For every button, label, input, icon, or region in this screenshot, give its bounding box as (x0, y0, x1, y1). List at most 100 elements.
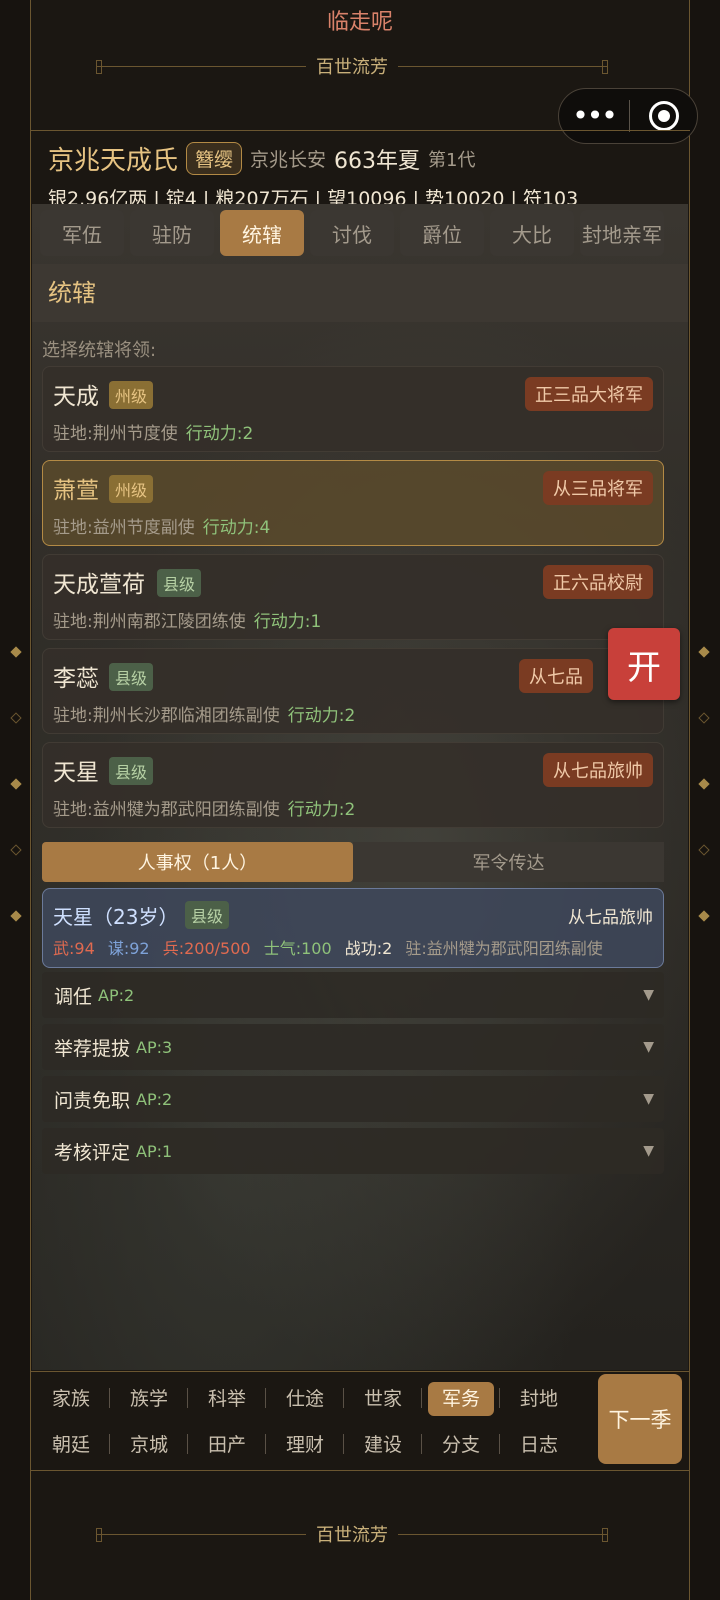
nav-label: 朝廷 (51, 1433, 90, 1456)
nav-label: 理财 (285, 1433, 324, 1456)
ornament-diamond (698, 712, 710, 724)
general-card[interactable]: 天成 州级 正三品大将军 驻地:荆州节度使 行动力:2 (42, 366, 664, 452)
general-name: 天星 (53, 760, 99, 786)
rank-badge: 正三品大将军 (525, 377, 653, 411)
action-ap: AP:1 (136, 1141, 173, 1161)
triangle-down-icon: ▼ (643, 1039, 654, 1055)
action-ap: AP:3 (136, 1037, 173, 1057)
nav-jianshe[interactable]: 建设 (344, 1430, 422, 1457)
triangle-down-icon: ▼ (643, 1091, 654, 1107)
stat-morale: 士气:100 (263, 939, 332, 958)
action-points: 行动力:4 (202, 518, 271, 538)
nav-zuxue[interactable]: 族学 (110, 1384, 188, 1411)
general-card[interactable]: 天星 县级 从七品旅帅 驻地:益州犍为郡武阳团练副使 行动力:2 (42, 742, 664, 828)
post-text: 驻地:益州犍为郡武阳团练副使 (53, 800, 280, 820)
person-name: 天星（23岁） (53, 905, 179, 929)
nav-keju[interactable]: 科举 (188, 1384, 266, 1411)
post-text: 驻地:荆州长沙郡临湘团练副使 (53, 706, 280, 726)
nav-label: 仕途 (285, 1387, 324, 1410)
miniprogram-capsule: ••• (558, 88, 698, 144)
action-name: 考核评定 (54, 1141, 131, 1164)
tab-tongxia[interactable]: 统辖 (220, 210, 304, 256)
banner-line-right (398, 59, 608, 74)
general-post: 驻地:益州犍为郡武阳团练副使 行动力:2 (53, 795, 355, 820)
rank-badge: 从三品将军 (543, 471, 653, 505)
nav-junwu[interactable]: 军务 (422, 1381, 500, 1416)
person-rank: 从七品旅帅 (568, 908, 653, 928)
tab-juewei[interactable]: 爵位 (400, 210, 484, 256)
general-post: 驻地:荆州南郡江陵团练使 行动力:1 (53, 607, 321, 632)
nav-rizhi[interactable]: 日志 (500, 1430, 578, 1457)
nav-row-1: 家族 族学 科举 仕途 世家 军务 封地 (32, 1374, 582, 1420)
tab-fengdi-qinjun[interactable]: 封地亲军 (580, 210, 664, 256)
section-title: 统辖 (32, 264, 688, 322)
nav-jingcheng[interactable]: 京城 (110, 1430, 188, 1457)
stat-station: 驻:益州犍为郡武阳团练副使 (405, 939, 603, 958)
nav-shijia[interactable]: 世家 (344, 1384, 422, 1411)
rank-badge: 正六品校尉 (543, 565, 653, 599)
nav-shitu[interactable]: 仕途 (266, 1384, 344, 1411)
nav-chaoting[interactable]: 朝廷 (32, 1430, 110, 1457)
bottom-nav: 家族 族学 科举 仕途 世家 军务 封地 朝廷 京城 田产 理财 建设 分支 日… (32, 1374, 582, 1466)
more-menu-button[interactable]: ••• (559, 88, 629, 144)
nav-label: 世家 (363, 1387, 402, 1410)
action-ap: AP:2 (98, 985, 135, 1005)
tab-junwu[interactable]: 军伍 (40, 210, 124, 256)
post-text: 驻地:益州节度副使 (53, 518, 195, 538)
nav-label: 军务 (427, 1381, 494, 1416)
action-evaluate[interactable]: 考核评定 AP:1 ▼ (42, 1128, 664, 1174)
nav-label: 科举 (207, 1387, 246, 1410)
action-dismiss[interactable]: 问责免职 AP:2 ▼ (42, 1076, 664, 1122)
general-card-selected[interactable]: 萧萱 州级 从三品将军 驻地:益州节度副使 行动力:4 (42, 460, 664, 546)
banner-text: 百世流芳 (316, 57, 388, 78)
tab-zhufang[interactable]: 驻防 (130, 210, 214, 256)
ornament-diamond (10, 712, 22, 724)
top-banner: 百世流芳 (96, 54, 608, 78)
banner-line-left (96, 1527, 306, 1542)
action-transfer[interactable]: 调任 AP:2 ▼ (42, 972, 664, 1018)
nav-fengdi[interactable]: 封地 (500, 1384, 578, 1411)
tab-dabi[interactable]: 大比 (490, 210, 574, 256)
stat-martial: 武:94 (53, 939, 95, 958)
select-general-label: 选择统辖将领: (42, 340, 157, 361)
nav-jiazu[interactable]: 家族 (32, 1384, 110, 1411)
clan-generation: 第1代 (428, 149, 476, 171)
rank-badge: 从七品 (519, 659, 593, 693)
level-badge: 州级 (109, 381, 154, 409)
nav-label: 封地 (519, 1387, 558, 1410)
general-card[interactable]: 天成萱荷 县级 正六品校尉 驻地:荆州南郡江陵团练使 行动力:1 (42, 554, 664, 640)
bottom-banner: 百世流芳 (96, 1522, 608, 1546)
clan-year: 663年夏 (334, 148, 421, 174)
general-post: 驻地:益州节度副使 行动力:4 (53, 513, 270, 538)
clan-place: 京兆长安 (250, 149, 327, 171)
nav-fenzhi[interactable]: 分支 (422, 1430, 500, 1457)
action-promote[interactable]: 举荐提拔 AP:3 ▼ (42, 1024, 664, 1070)
nav-label: 家族 (51, 1387, 90, 1410)
selected-person-card[interactable]: 天星（23岁） 县级 从七品旅帅 武:94 谋:92 兵:200/500 士气:… (42, 888, 664, 968)
next-season-button[interactable]: 下一季 (598, 1374, 682, 1464)
nav-licai[interactable]: 理财 (266, 1430, 344, 1457)
stat-troops: 兵:200/500 (162, 939, 251, 958)
ornament-diamond (10, 778, 22, 790)
stat-merit: 战功:2 (344, 939, 393, 958)
nav-label: 京城 (129, 1433, 168, 1456)
military-tabs: 军伍 驻防 统辖 讨伐 爵位 大比 封地亲军 (40, 210, 664, 256)
level-badge: 县级 (157, 569, 202, 597)
general-name: 天成 (53, 384, 99, 410)
general-card[interactable]: 李蕊 县级 从七品 驻地:荆州长沙郡临湘团练副使 行动力:2 (42, 648, 664, 734)
triangle-down-icon: ▼ (643, 987, 654, 1003)
nav-tianchan[interactable]: 田产 (188, 1430, 266, 1457)
nav-divider-top (30, 1371, 690, 1372)
open-float-button[interactable]: 开 (608, 628, 680, 700)
close-miniprogram-button[interactable] (630, 101, 697, 131)
action-points: 行动力:2 (185, 424, 254, 444)
general-name: 李蕊 (53, 666, 99, 692)
tab-orders[interactable]: 军令传达 (353, 842, 664, 882)
tab-taofa[interactable]: 讨伐 (310, 210, 394, 256)
ornament-diamond (10, 910, 22, 922)
ornament-diamond (698, 844, 710, 856)
ornament-diamond (698, 646, 710, 658)
sub-tabs: 人事权（1人） 军令传达 (42, 842, 664, 882)
tab-personnel[interactable]: 人事权（1人） (42, 842, 353, 882)
general-post: 驻地:荆州节度使 行动力:2 (53, 419, 253, 444)
